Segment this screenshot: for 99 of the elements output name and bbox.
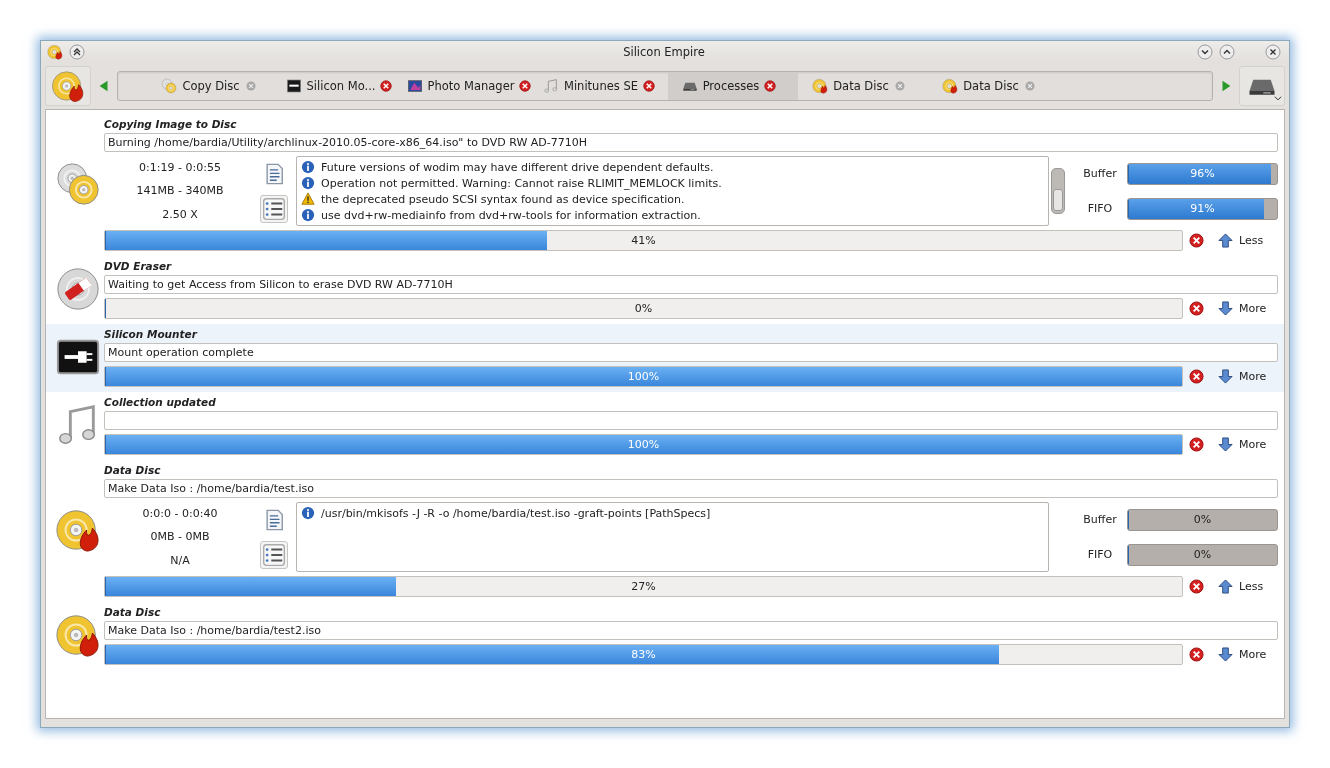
status-field: Mount operation complete [104, 343, 1278, 362]
progress-reading: 41% [630, 233, 657, 249]
status-field: Make Data Iso : /home/bardia/test.iso [104, 479, 1278, 498]
minimize-icon[interactable] [1197, 44, 1213, 60]
burning-disc-icon [55, 612, 101, 658]
progress-reading: 0% [633, 301, 654, 317]
cancel-icon[interactable] [1189, 301, 1204, 316]
disc-pair-icon [161, 78, 178, 94]
app-icon [47, 44, 63, 60]
process-title: Data Disc [104, 605, 162, 619]
buffer-reading: 91% [1189, 201, 1216, 217]
progress-reading: 100% [626, 437, 661, 453]
tab-close-icon[interactable] [643, 80, 655, 92]
log-message: the deprecated pseudo SCSI syntax found as device specification. [321, 192, 685, 206]
buffer-label: FIFO [1086, 202, 1114, 215]
photo-icon [406, 78, 423, 94]
status-field: Waiting to get Access from Silicon to erase DVD RW AD-7710H [104, 275, 1278, 294]
device-menu-button[interactable] [1239, 66, 1285, 106]
stat-text: 0:1:19 - 0:0:55 [139, 161, 221, 175]
cancel-icon[interactable] [1189, 647, 1204, 662]
toggle-details-button[interactable]: More [1216, 301, 1278, 316]
cancel-icon[interactable] [1189, 437, 1204, 452]
log-scrollbar[interactable] [1051, 168, 1065, 214]
tab[interactable]: Data Disc [798, 72, 928, 100]
cancel-icon[interactable] [1189, 579, 1204, 594]
log-message: /usr/bin/mkisofs -J -R -o /home/bardia/test.iso -graft-points [PathSpecs] [321, 506, 711, 520]
toggle-details-button[interactable]: Less [1216, 579, 1278, 594]
keep-above-button-icon[interactable] [69, 44, 85, 60]
status-field: Make Data Iso : /home/bardia/test2.iso [104, 621, 1278, 640]
tab-label: Data Disc [833, 79, 889, 93]
tab[interactable]: Photo Manager [408, 72, 538, 100]
tab-label: Photo Manager [427, 79, 515, 93]
stat-text: N/A [170, 553, 190, 567]
burning-disc-icon [51, 69, 85, 103]
buffer-label: FIFO [1086, 548, 1114, 561]
tab-label: Copy Disc [182, 79, 240, 93]
log-message: Future versions of wodim may have different drive dependent defaults. [321, 160, 714, 174]
list-view-button[interactable] [260, 540, 288, 569]
warning-icon [301, 192, 315, 206]
tab[interactable]: Processes [668, 72, 798, 100]
terminal-icon [285, 78, 302, 94]
process-title: Data Disc [104, 463, 162, 477]
toggle-details-button[interactable]: More [1216, 647, 1278, 662]
tab-label: Processes [702, 79, 760, 93]
log-message: Operation not permitted. Warning: Cannot raise RLIMIT_MEMLOCK limits. [321, 176, 722, 190]
process-title: Collection updated [104, 395, 217, 409]
info-icon [301, 160, 315, 174]
list-icon [263, 543, 285, 566]
status-field: Burning /home/bardia/Utility/archlinux-2010.05-core-x86_64.iso" to DVD RW AD-7710H [104, 133, 1278, 152]
buffer-reading: 0% [1192, 547, 1213, 563]
tab-label: Minitunes SE [564, 79, 638, 93]
process-title: Copying Image to Disc [104, 117, 238, 131]
stat-text: 0MB - 0MB [150, 530, 210, 544]
window-title: Silicon Empire [623, 45, 705, 59]
burning-disc-icon [55, 507, 101, 553]
tab-close-icon[interactable] [380, 80, 393, 92]
stat-text: 0:0:0 - 0:0:40 [142, 507, 218, 521]
tab[interactable]: Data Disc [928, 72, 1058, 100]
progress-reading: 83% [630, 647, 657, 663]
close-icon[interactable] [1265, 44, 1281, 60]
info-icon [301, 176, 315, 190]
burning-disc-icon [942, 78, 959, 94]
buffer-reading: 96% [1189, 166, 1216, 182]
progress-reading: 100% [626, 369, 661, 385]
tab[interactable]: Silicon Mo... [278, 72, 408, 100]
buffer-reading: 0% [1192, 512, 1213, 528]
cancel-icon[interactable] [1189, 233, 1204, 248]
info-icon [301, 208, 315, 222]
cancel-icon[interactable] [1189, 369, 1204, 384]
log-message: use dvd+rw-mediainfo from dvd+rw-tools for information extraction. [321, 208, 701, 222]
progress-reading: 27% [630, 579, 657, 595]
app-menu-button[interactable] [45, 66, 91, 106]
tab-label: Data Disc [963, 79, 1019, 93]
list-view-button[interactable] [260, 194, 288, 223]
tab-close-icon[interactable] [764, 80, 777, 92]
document-icon [263, 162, 285, 185]
tab-close-icon[interactable] [519, 80, 532, 92]
info-icon [301, 506, 315, 520]
toggle-details-button[interactable]: More [1216, 437, 1278, 452]
burning-disc-icon [812, 78, 829, 94]
stat-text: 141MB - 340MB [136, 184, 224, 198]
document-icon [263, 508, 285, 531]
buffer-label: Buffer [1082, 167, 1118, 180]
scroll-left-icon[interactable] [97, 79, 111, 93]
maximize-icon[interactable] [1219, 44, 1235, 60]
tab-label: Silicon Mo... [306, 79, 376, 93]
buffer-label: Buffer [1082, 513, 1118, 526]
tab[interactable]: Copy Disc [148, 72, 278, 100]
process-title: Silicon Mounter [104, 327, 199, 341]
toggle-details-button[interactable]: Less [1216, 233, 1278, 248]
process-title: DVD Eraser [104, 259, 173, 273]
list-icon [263, 197, 285, 220]
tab[interactable]: Minitunes SE [538, 72, 668, 100]
disc-eraser-icon [55, 266, 101, 312]
caret-icon [1273, 93, 1283, 103]
disc-pair-icon [55, 161, 101, 207]
music-note-icon [543, 78, 559, 94]
toggle-details-button[interactable]: More [1216, 369, 1278, 384]
stat-text: 2.50 X [162, 207, 198, 221]
